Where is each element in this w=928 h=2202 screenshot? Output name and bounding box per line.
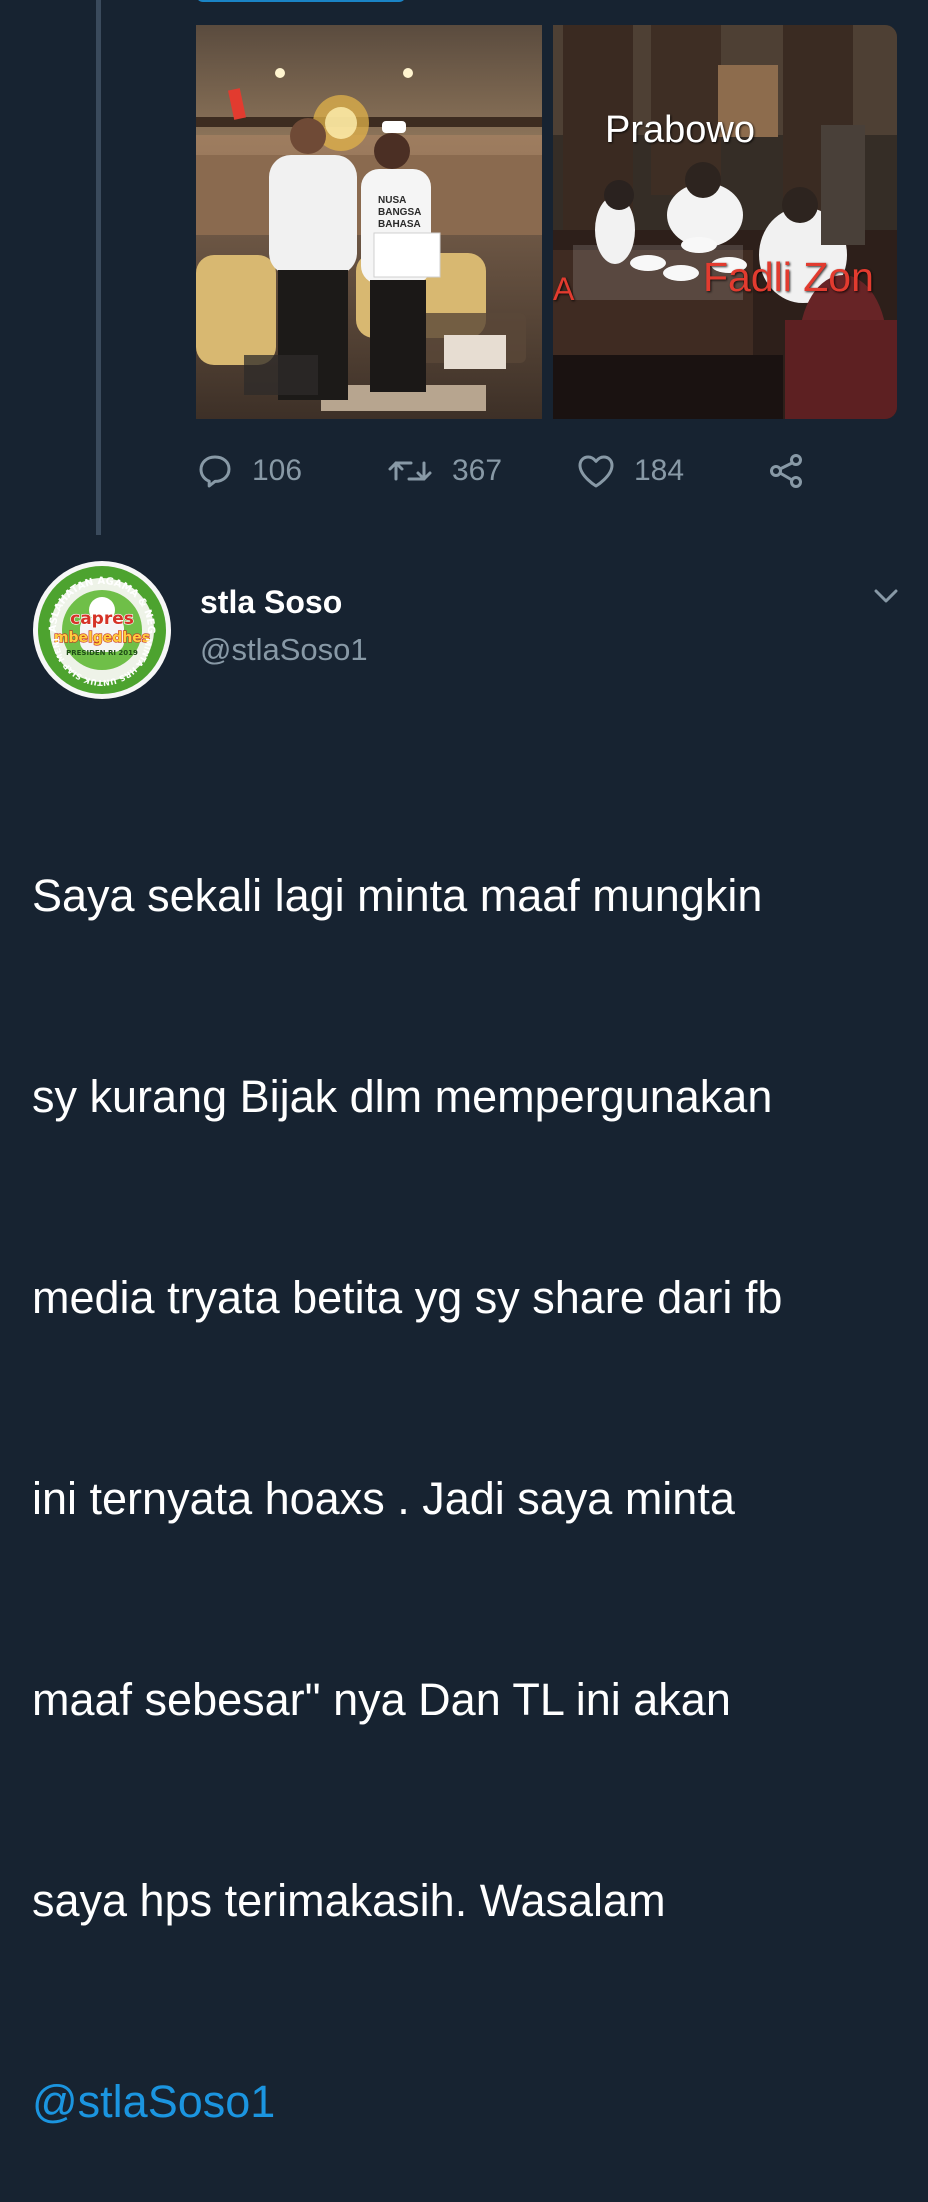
avatar-main-line2: mbelgedhes <box>54 630 150 646</box>
reply-icon <box>199 455 231 488</box>
retweet-icon <box>388 461 432 481</box>
tweet-line: saya hps terimakasih. Wasalam <box>32 1875 666 1926</box>
retweet-button[interactable]: 367 <box>386 444 502 498</box>
share-icon <box>770 454 802 488</box>
author-handle[interactable]: @stlaSoso1 <box>200 632 368 668</box>
tweet-line: media tryata betita yg sy share dari fb <box>32 1272 783 1323</box>
avatar-main-line3: PRESIDEN RI 2019 <box>66 649 138 657</box>
heart-icon <box>578 455 614 488</box>
tweet-line: ini ternyata hoaxs . Jadi saya minta <box>32 1473 735 1524</box>
tweet-actions: 106 367 184 <box>196 444 846 498</box>
chevron-down-icon <box>874 589 898 603</box>
author-avatar[interactable]: KEMASLAHATAN AGAMA & NEGARA capres mbelg… <box>32 560 172 700</box>
tweet-photo-left[interactable]: NUSA BANGSA BAHASA <box>196 25 542 419</box>
thread-connector-line <box>96 0 101 535</box>
tweet-line: maaf sebesar" nya Dan TL ini akan <box>32 1674 731 1725</box>
top-link-fragment[interactable] <box>196 0 406 2</box>
more-menu-button[interactable] <box>868 578 904 614</box>
tweet-mention-link[interactable]: @stlaSoso1 <box>32 2068 912 2135</box>
like-count: 184 <box>634 454 685 487</box>
author-name[interactable]: stla Soso <box>200 584 342 621</box>
shirt-slogan: NUSA BANGSA BAHASA <box>378 195 421 230</box>
reply-button[interactable]: 106 <box>196 444 302 498</box>
photo-label-prabowo: Prabowo <box>605 109 755 151</box>
reply-count: 106 <box>252 454 303 487</box>
photo-label-fadli: Fadli Zon <box>703 254 874 300</box>
retweet-count: 367 <box>452 454 503 487</box>
share-button[interactable] <box>766 444 806 498</box>
photo-label-edge: A <box>553 271 575 307</box>
tweet-line: sy kurang Bijak dlm mempergunakan <box>32 1071 773 1122</box>
tweet-photo-right[interactable]: Prabowo Fadli Zon A <box>553 25 897 419</box>
tweet-body: Saya sekali lagi minta maaf mungkin sy k… <box>32 728 912 2202</box>
photo-left-scene <box>196 25 542 419</box>
photo-right-scene <box>553 25 897 419</box>
like-button[interactable]: 184 <box>576 444 684 498</box>
avatar-badge: KEMASLAHATAN AGAMA & NEGARA capres mbelg… <box>32 560 171 699</box>
tweet-line: Saya sekali lagi minta maaf mungkin <box>32 870 763 921</box>
avatar-main-line1: capres <box>70 609 134 629</box>
